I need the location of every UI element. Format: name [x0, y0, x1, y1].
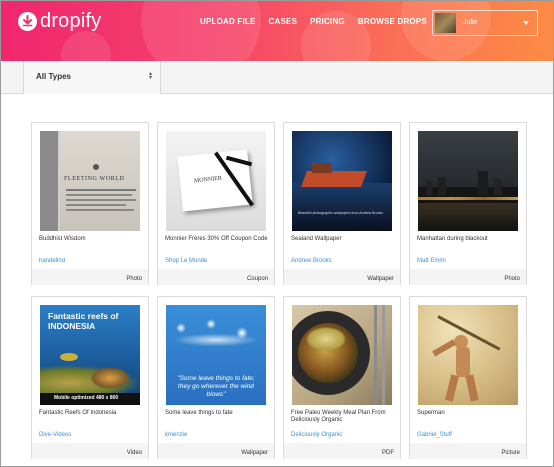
card-thumbnail[interactable]: "Some leave things to fate; they go wher… — [166, 305, 266, 405]
card-thumbnail[interactable]: Beautiful photographic wallpapers from A… — [292, 131, 392, 231]
thumbnail-text: Beautiful photographic wallpapers from A… — [298, 211, 384, 215]
nav-cases[interactable]: CASES — [269, 17, 298, 26]
card-title[interactable]: Free Paleo Weekly Meal Plan From Delicio… — [291, 410, 395, 424]
header-decor — [141, 1, 261, 61]
card-title[interactable]: Superman — [417, 410, 521, 417]
card-title[interactable]: Sealand Wallpaper — [291, 236, 395, 243]
drop-card[interactable]: Free Paleo Weekly Meal Plan From Delicio… — [283, 296, 401, 459]
nav-pricing[interactable]: PRICING — [310, 17, 345, 26]
drop-card[interactable]: MONNIER Monnier Frères 30% Off Coupon Co… — [157, 122, 275, 285]
avatar — [435, 13, 456, 33]
card-type: Photo — [504, 276, 520, 282]
card-title[interactable]: Fantastic Reefs Of Indonesia — [39, 410, 143, 417]
card-thumbnail[interactable] — [418, 131, 518, 231]
user-menu[interactable]: Julie — [432, 10, 538, 36]
nav-upload-file[interactable]: UPLOAD FILE — [200, 17, 256, 26]
card-author-link[interactable]: handelind — [39, 258, 65, 264]
main-nav: UPLOAD FILE CASES PRICING BROWSE DROPS — [200, 17, 440, 26]
card-author-link[interactable]: Matt Emmi — [417, 258, 446, 264]
sort-arrows-icon: ▴ ▾ — [148, 71, 152, 81]
card-type: Photo — [126, 276, 142, 282]
type-filter-select[interactable]: All Types ▴ ▾ — [23, 61, 161, 94]
card-author-link[interactable]: kmenzie — [165, 432, 187, 438]
card-author-link[interactable]: Shop Le Monde — [165, 258, 207, 264]
drop-card[interactable]: Superman Gabriel_Stuff Picture — [409, 296, 527, 459]
card-type: PDF — [382, 450, 394, 456]
chevron-down-icon — [523, 21, 529, 25]
drop-card[interactable]: Manhattan during blackout Matt Emmi Phot… — [409, 122, 527, 285]
card-type: Video — [126, 450, 142, 456]
drop-card[interactable]: "Some leave things to fate; they go wher… — [157, 296, 275, 459]
card-title[interactable]: Manhattan during blackout — [417, 236, 521, 243]
brand-logo[interactable]: dropify — [18, 10, 101, 33]
drop-card[interactable]: FLEETING WORLD Buddhist Wisdom handelind… — [31, 122, 149, 285]
header-decor — [61, 31, 111, 61]
card-title[interactable]: Buddhist Wisdom — [39, 236, 143, 243]
card-author-link[interactable]: Deliciously Organic — [291, 432, 342, 438]
card-thumbnail[interactable]: FLEETING WORLD — [40, 131, 140, 231]
card-author-link[interactable]: Andrew Brooks — [291, 258, 332, 264]
card-thumbnail[interactable]: MONNIER — [166, 131, 266, 231]
brand-name: dropify — [40, 10, 102, 32]
thumbnail-text: "Some leave things to fate; they go wher… — [177, 375, 255, 398]
thumbnail-text: Fantastic reefs of INDONESIA — [48, 311, 119, 331]
drop-card[interactable]: Beautiful photographic wallpapers from A… — [283, 122, 401, 285]
drop-card[interactable]: Fantastic reefs of INDONESIA Mobile opti… — [31, 296, 149, 459]
card-author-link[interactable]: Gabriel_Stuff — [417, 432, 452, 438]
card-title[interactable]: Some leave things to fate — [165, 410, 269, 417]
card-type: Picture — [501, 450, 520, 456]
card-thumbnail[interactable] — [292, 305, 392, 405]
app-window: dropify UPLOAD FILE CASES PRICING BROWSE… — [0, 0, 554, 467]
card-author-link[interactable]: Dive-Videos — [39, 432, 71, 438]
card-thumbnail[interactable]: Fantastic reefs of INDONESIA Mobile opti… — [40, 305, 140, 405]
type-filter-value: All Types — [36, 72, 71, 81]
top-header: dropify UPLOAD FILE CASES PRICING BROWSE… — [1, 1, 553, 61]
filter-bar: All Types ▴ ▾ — [1, 61, 553, 94]
card-thumbnail[interactable] — [418, 305, 518, 405]
card-type: Wallpaper — [367, 276, 394, 282]
card-type: Coupon — [246, 276, 268, 282]
nav-browse-drops[interactable]: BROWSE DROPS — [358, 17, 427, 26]
thumbnail-text: FLEETING WORLD — [64, 176, 125, 182]
thumbnail-caption: Mobile optimized 480 x 800 — [54, 395, 119, 401]
card-title[interactable]: Monnier Frères 30% Off Coupon Code — [165, 236, 269, 243]
user-name: Julie — [463, 19, 478, 26]
download-icon — [18, 12, 37, 31]
card-type: Wallpaper — [241, 450, 268, 456]
